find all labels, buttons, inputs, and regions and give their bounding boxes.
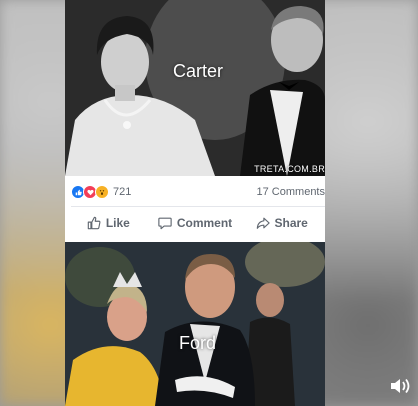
photo-queen-carter-illustration — [65, 0, 325, 176]
facebook-post-footer: 721 17 Comments Like Comment Share — [65, 176, 325, 242]
speaker-volume-icon — [391, 378, 410, 394]
comments-count-link[interactable]: 17 Comments — [257, 186, 325, 198]
video-panel[interactable]: Carter TRETA.COM.BR 721 17 Comments Like — [65, 0, 325, 406]
share-label: Share — [274, 216, 308, 230]
share-arrow-icon — [256, 217, 270, 229]
photo-queen-ford-illustration — [65, 242, 325, 406]
post-actions: Like Comment Share — [65, 212, 325, 234]
share-button[interactable]: Share — [238, 212, 325, 234]
volume-toggle[interactable] — [390, 377, 412, 400]
caption-ford: Ford — [179, 333, 217, 353]
photo-queen-ford: Ford — [65, 242, 325, 406]
comment-button[interactable]: Comment — [152, 212, 239, 234]
reaction-summary[interactable]: 721 — [71, 185, 131, 199]
thumbs-up-icon — [87, 216, 101, 230]
photo-queen-carter: Carter TRETA.COM.BR — [65, 0, 325, 176]
caption-carter: Carter — [173, 61, 224, 81]
like-button[interactable]: Like — [65, 212, 152, 234]
reaction-count: 721 — [113, 186, 132, 198]
footer-divider — [71, 206, 325, 207]
like-label: Like — [105, 216, 130, 230]
wow-reaction-icon — [95, 185, 109, 199]
watermark: TRETA.COM.BR — [254, 164, 325, 174]
comment-label: Comment — [176, 216, 233, 230]
comment-bubble-icon — [158, 217, 172, 230]
